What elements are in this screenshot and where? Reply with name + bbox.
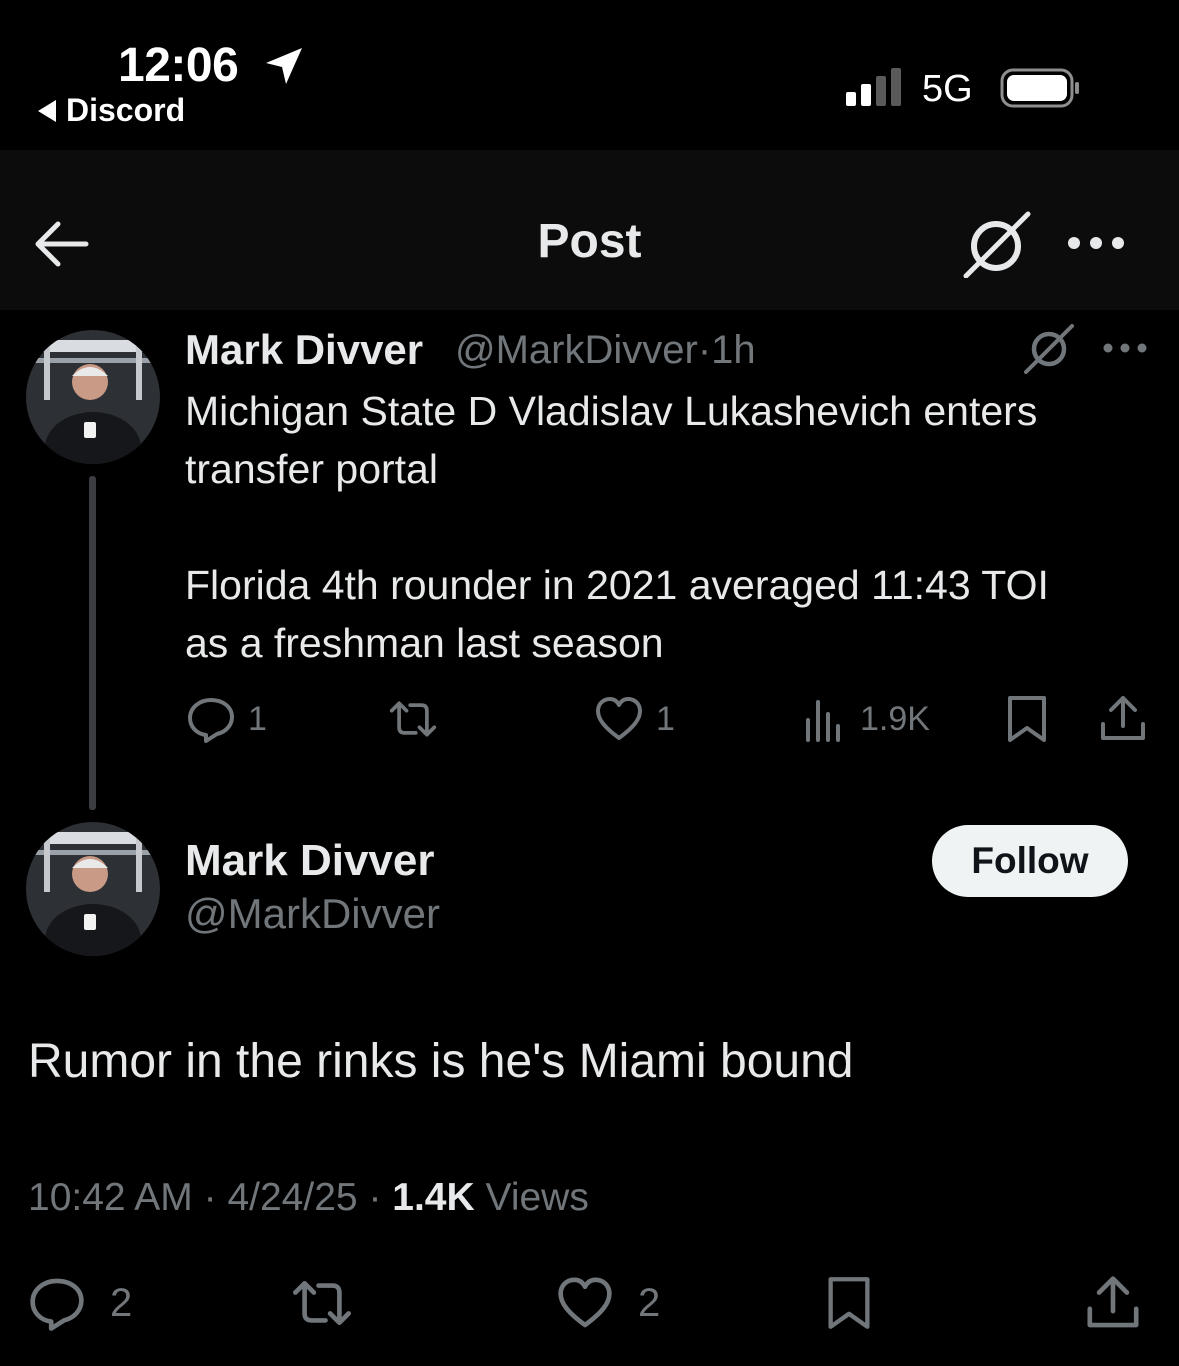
battery-icon [1000, 68, 1079, 108]
author-name[interactable]: Mark Divver [185, 326, 423, 374]
avatar[interactable] [26, 330, 160, 464]
repost-action[interactable] [290, 1274, 354, 1332]
tweet-time: 10:42 AM [28, 1176, 193, 1219]
reply-action[interactable]: 2 [28, 1274, 132, 1332]
bookmark-icon [822, 1274, 876, 1332]
back-triangle-icon [38, 99, 56, 122]
share-action[interactable] [1084, 1274, 1142, 1332]
views-label: Views [485, 1176, 589, 1219]
share-icon [1084, 1274, 1142, 1332]
author-handle[interactable]: @MarkDivver [455, 328, 698, 372]
repost-action[interactable] [388, 694, 450, 744]
tweet-date: 4/24/25 [227, 1176, 358, 1219]
repost-icon [388, 694, 438, 744]
views-count[interactable]: 1.4K [392, 1176, 474, 1219]
more-icon[interactable] [1064, 226, 1128, 260]
meta-separator: · [697, 328, 712, 372]
tweet-text: Rumor in the rinks is he's Miami bound [28, 1035, 854, 1088]
reply-icon [28, 1274, 86, 1332]
views-action[interactable]: 1.9K [800, 694, 930, 744]
heart-icon [556, 1274, 614, 1332]
follow-button[interactable]: Follow [932, 825, 1128, 897]
tweet-text: Michigan State D Vladislav Lukashevich e… [185, 382, 1160, 672]
cellular-signal-icon [846, 68, 901, 106]
meta-separator: · [368, 1176, 382, 1219]
bookmark-action[interactable] [1002, 694, 1052, 744]
views-count: 1.9K [860, 699, 930, 738]
back-app-label: Discord [66, 92, 186, 128]
like-count: 2 [638, 1280, 661, 1325]
share-icon [1098, 694, 1148, 744]
tweet-text-line: transfer portal [185, 446, 438, 492]
views-chart-icon [800, 694, 850, 744]
bookmark-icon [1002, 694, 1052, 744]
tweet-timestamp: 10:42 AM · 4/24/25 · 1.4K Views [28, 1176, 589, 1220]
grok-icon[interactable] [962, 210, 1034, 278]
reply-action[interactable]: 1 [186, 694, 267, 744]
like-action[interactable]: 1 [594, 694, 675, 744]
repost-icon [290, 1274, 354, 1332]
location-arrow-icon [266, 48, 302, 84]
author-handle[interactable]: @MarkDivver [185, 890, 440, 938]
status-time: 12:06 [118, 39, 239, 92]
tweet-text-line: Florida 4th rounder in 2021 averaged 11:… [185, 562, 1049, 608]
avatar[interactable] [26, 822, 160, 956]
tweet-text-line: as a freshman last season [185, 620, 664, 666]
paragraph-break [185, 498, 1160, 556]
tweet-text-line: Michigan State D Vladislav Lukashevich e… [185, 388, 1038, 434]
reply-count: 2 [110, 1280, 133, 1325]
like-count: 1 [656, 699, 675, 738]
heart-icon [594, 694, 644, 744]
like-action[interactable]: 2 [556, 1274, 660, 1332]
share-action[interactable] [1098, 694, 1148, 744]
more-icon[interactable] [1100, 334, 1150, 362]
author-name[interactable]: Mark Divver [185, 836, 434, 886]
meta-separator: · [203, 1176, 217, 1219]
thread-line [89, 476, 96, 810]
tweet-meta: @MarkDivver·1h [455, 328, 756, 373]
back-to-app-link[interactable]: Discord [38, 92, 185, 129]
network-type: 5G [922, 68, 973, 110]
bookmark-action[interactable] [822, 1274, 876, 1332]
reply-count: 1 [248, 699, 267, 738]
grok-icon[interactable] [1022, 322, 1076, 374]
reply-icon [186, 694, 236, 744]
tweet-time[interactable]: 1h [711, 328, 756, 372]
